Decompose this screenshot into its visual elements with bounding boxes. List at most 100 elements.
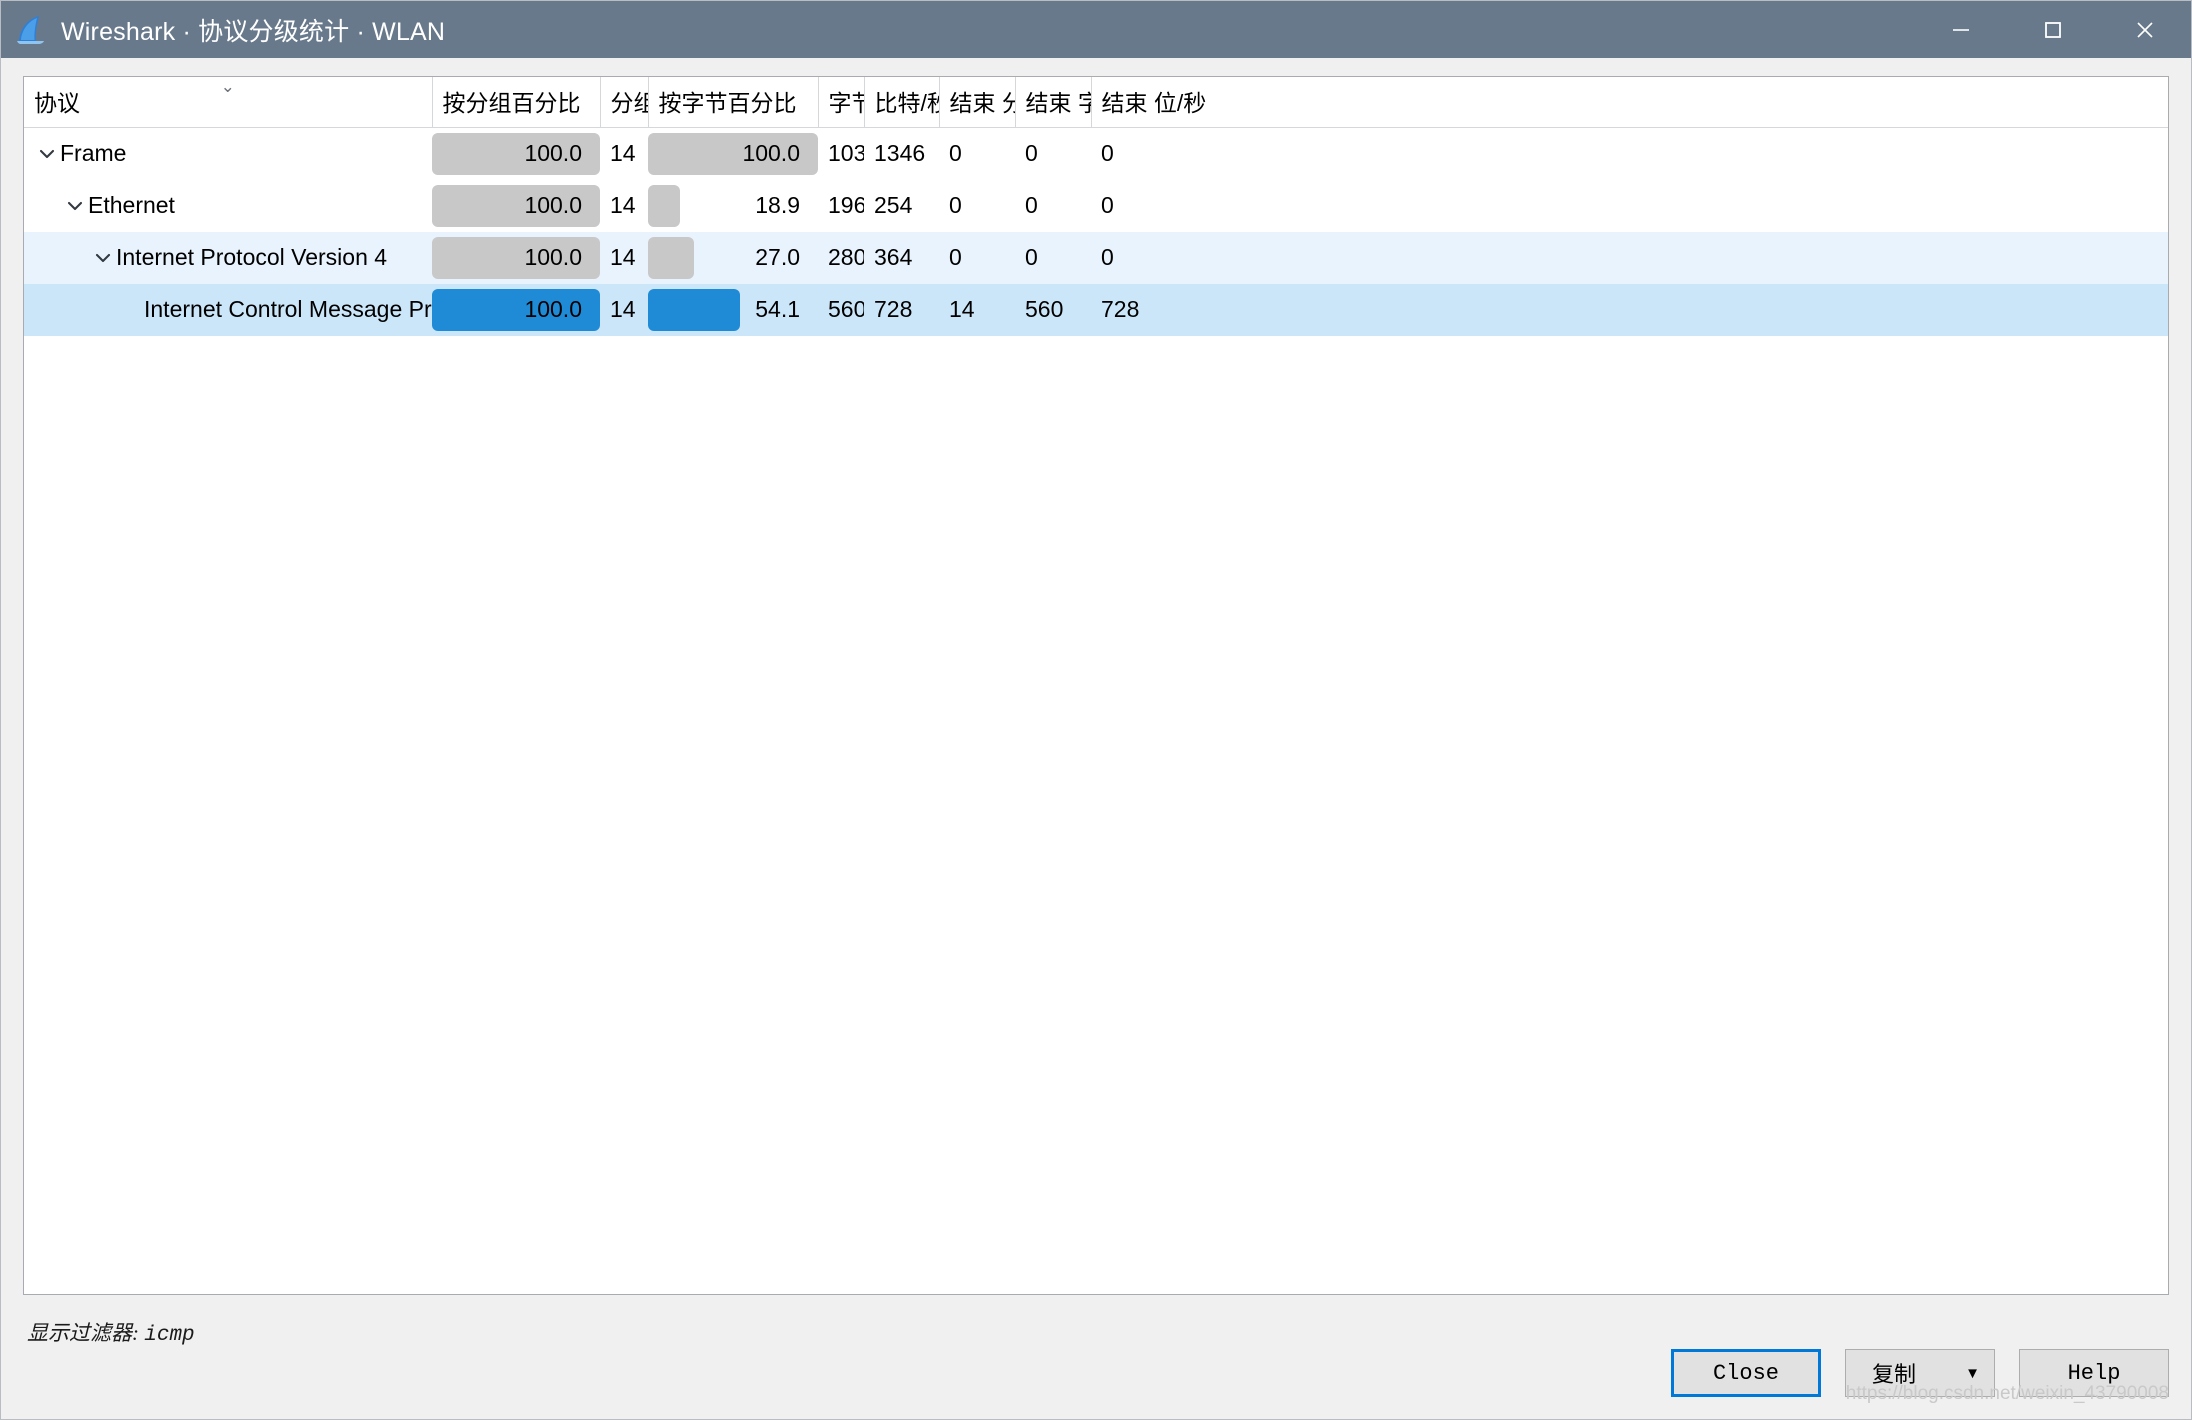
end-packets-cell-value: 0: [949, 140, 962, 167]
protocol-name-cell[interactable]: Ethernet: [24, 180, 432, 232]
protocol-hierarchy-tree[interactable]: ⌄协议按分组百分比分组按字节百分比字节比特/秒结束 分组结束 字节结束 位/秒 …: [23, 76, 2169, 1295]
bytes-cell-value: 280: [828, 244, 864, 270]
protocol-name-cell[interactable]: Frame: [24, 128, 432, 180]
end-bytes-cell-value: 0: [1025, 140, 1038, 167]
end-bits-cell: 0: [1091, 128, 2168, 180]
end-bits-cell-value: 0: [1101, 140, 1114, 167]
end-bits-cell-value: 0: [1101, 192, 1114, 218]
end-packets-cell: 14: [939, 283, 1015, 336]
protocol-label: Internet Control Message Protocol: [144, 296, 432, 322]
percent-value: 100.0: [524, 296, 582, 322]
end-bits-cell-value: 0: [1101, 244, 1114, 270]
chevron-down-icon[interactable]: ▼: [1965, 1366, 1980, 1381]
close-button[interactable]: Close: [1671, 1349, 1821, 1397]
close-icon[interactable]: [2099, 1, 2191, 58]
display-filter-value: icmp: [144, 1324, 195, 1347]
packets-cell: 14: [600, 180, 648, 232]
dialog-content: ⌄协议按分组百分比分组按字节百分比字节比特/秒结束 分组结束 字节结束 位/秒 …: [1, 58, 2191, 1348]
copy-button[interactable]: 复制 ▼: [1845, 1349, 1995, 1397]
end-packets-cell-value: 0: [949, 192, 962, 218]
protocol-label: Internet Protocol Version 4: [116, 244, 388, 270]
sort-indicator-icon: ⌄: [220, 77, 235, 96]
percent-value: 18.9: [755, 192, 800, 218]
window-controls: [1915, 1, 2191, 58]
wireshark-fin-icon: [15, 15, 49, 45]
packets-cell: 14: [600, 231, 648, 284]
percent-value: 54.1: [755, 296, 800, 322]
end-packets-cell: 0: [939, 128, 1015, 180]
wireshark-protocol-hierarchy-window: Wireshark · 协议分级统计 · WLAN ⌄ 协议 按分组百分比 分 …: [0, 0, 2192, 1420]
bits-per-sec-cell: 254: [864, 180, 939, 232]
end-bytes-cell: 0: [1015, 231, 1091, 284]
bytes-cell: 1036: [818, 128, 864, 180]
bytes-cell-value: 560: [828, 296, 864, 322]
bits-per-sec-cell-value: 364: [874, 244, 913, 270]
packets-cell-value: 14: [610, 192, 636, 218]
end-bytes-cell-value: 560: [1025, 296, 1064, 322]
column-header-bytes[interactable]: 字节: [818, 77, 865, 128]
protocol-hierarchy-table: ⌄协议按分组百分比分组按字节百分比字节比特/秒结束 分组结束 字节结束 位/秒 …: [24, 77, 2168, 336]
column-header-label: 按字节百分比: [658, 90, 797, 116]
display-filter-label: 显示过滤器:: [27, 1321, 139, 1345]
column-header-label: 结束 字节: [1025, 90, 1091, 116]
bytes-cell: 560: [818, 283, 864, 336]
end-bits-cell: 0: [1091, 180, 2168, 232]
table-row[interactable]: Internet Protocol Version 4 100.0 14 27.0 28…: [24, 231, 2168, 284]
end-packets-cell-value: 14: [949, 296, 975, 322]
packets-cell-value: 14: [610, 296, 636, 322]
percent-bytes-cell: 100.0: [648, 128, 818, 180]
maximize-icon[interactable]: [2007, 1, 2099, 58]
bytes-cell: 196: [818, 180, 864, 232]
percent-value: 100.0: [524, 244, 582, 270]
table-row[interactable]: Ethernet 100.0 14 18.9 196 254 0 0 0: [24, 180, 2168, 232]
packets-cell: 14: [600, 283, 648, 336]
column-header-label: 结束 分组: [949, 90, 1015, 116]
column-header-end_packets[interactable]: 结束 分组: [939, 77, 1016, 128]
minimize-icon[interactable]: [1915, 1, 2007, 58]
percent-packets-cell: 100.0: [432, 231, 600, 284]
column-header-protocol[interactable]: ⌄ 协议: [24, 77, 433, 128]
packets-cell: 14: [600, 128, 648, 180]
end-bits-cell: 728: [1091, 283, 2168, 336]
column-header-packets[interactable]: 分组: [600, 77, 649, 128]
table-row[interactable]: Frame 100.0 14 100.0 1036 1346 0 0 0: [24, 128, 2168, 180]
chevron-down-icon[interactable]: [62, 196, 88, 216]
table-header-row: ⌄ 协议 按分组百分比 分组按字节百分比 字节比特/秒结束 分组结束 字节结束 位/秒: [24, 77, 2168, 128]
percent-packets-cell: 100.0: [432, 128, 600, 180]
end-packets-cell-value: 0: [949, 244, 962, 270]
percent-bytes-cell: 18.9: [648, 180, 818, 232]
column-header-pct_packets[interactable]: 按分组百分比: [432, 77, 601, 128]
end-bytes-cell: 560: [1015, 283, 1091, 336]
packets-cell-value: 14: [610, 244, 636, 270]
column-header-label: 字节: [828, 90, 864, 116]
end-bytes-cell: 0: [1015, 128, 1091, 180]
table-body: Frame 100.0 14 100.0 1036 1346 0 0 0 Ethernet 100.…: [24, 128, 2168, 336]
percent-value: 100.0: [742, 140, 800, 167]
end-bytes-cell-value: 0: [1025, 244, 1038, 270]
column-header-label: 协议: [34, 90, 80, 116]
column-header-end_bytes[interactable]: 结束 字节: [1015, 77, 1092, 128]
titlebar: Wireshark · 协议分级统计 · WLAN: [1, 1, 2191, 58]
bits-per-sec-cell: 364: [864, 231, 939, 284]
percent-packets-cell: 100.0: [432, 180, 600, 232]
column-header-end_bits[interactable]: 结束 位/秒: [1091, 77, 2168, 128]
end-bytes-cell: 0: [1015, 180, 1091, 232]
percent-bytes-cell: 27.0: [648, 231, 818, 284]
end-bytes-cell-value: 0: [1025, 192, 1038, 218]
protocol-name-cell[interactable]: Internet Control Message Protocol: [24, 283, 432, 336]
column-header-label: 结束 位/秒: [1101, 90, 1207, 116]
column-header-bits_per_sec[interactable]: 比特/秒: [864, 77, 940, 128]
end-packets-cell: 0: [939, 231, 1015, 284]
column-header-pct_bytes[interactable]: 按字节百分比: [648, 77, 819, 128]
end-bits-cell: 0: [1091, 231, 2168, 284]
percent-value: 27.0: [755, 244, 800, 270]
help-button[interactable]: Help: [2019, 1349, 2169, 1397]
chevron-down-icon[interactable]: [90, 248, 116, 268]
table-row[interactable]: Internet Control Message Protocol 100.0 14…: [24, 283, 2168, 336]
bits-per-sec-cell-value: 728: [874, 296, 913, 322]
protocol-label: Ethernet: [88, 192, 175, 218]
copy-button-label: 复制: [1872, 1362, 1917, 1387]
protocol-name-cell[interactable]: Internet Protocol Version 4: [24, 231, 432, 284]
percent-packets-cell: 100.0: [432, 283, 600, 336]
chevron-down-icon[interactable]: [34, 144, 60, 164]
